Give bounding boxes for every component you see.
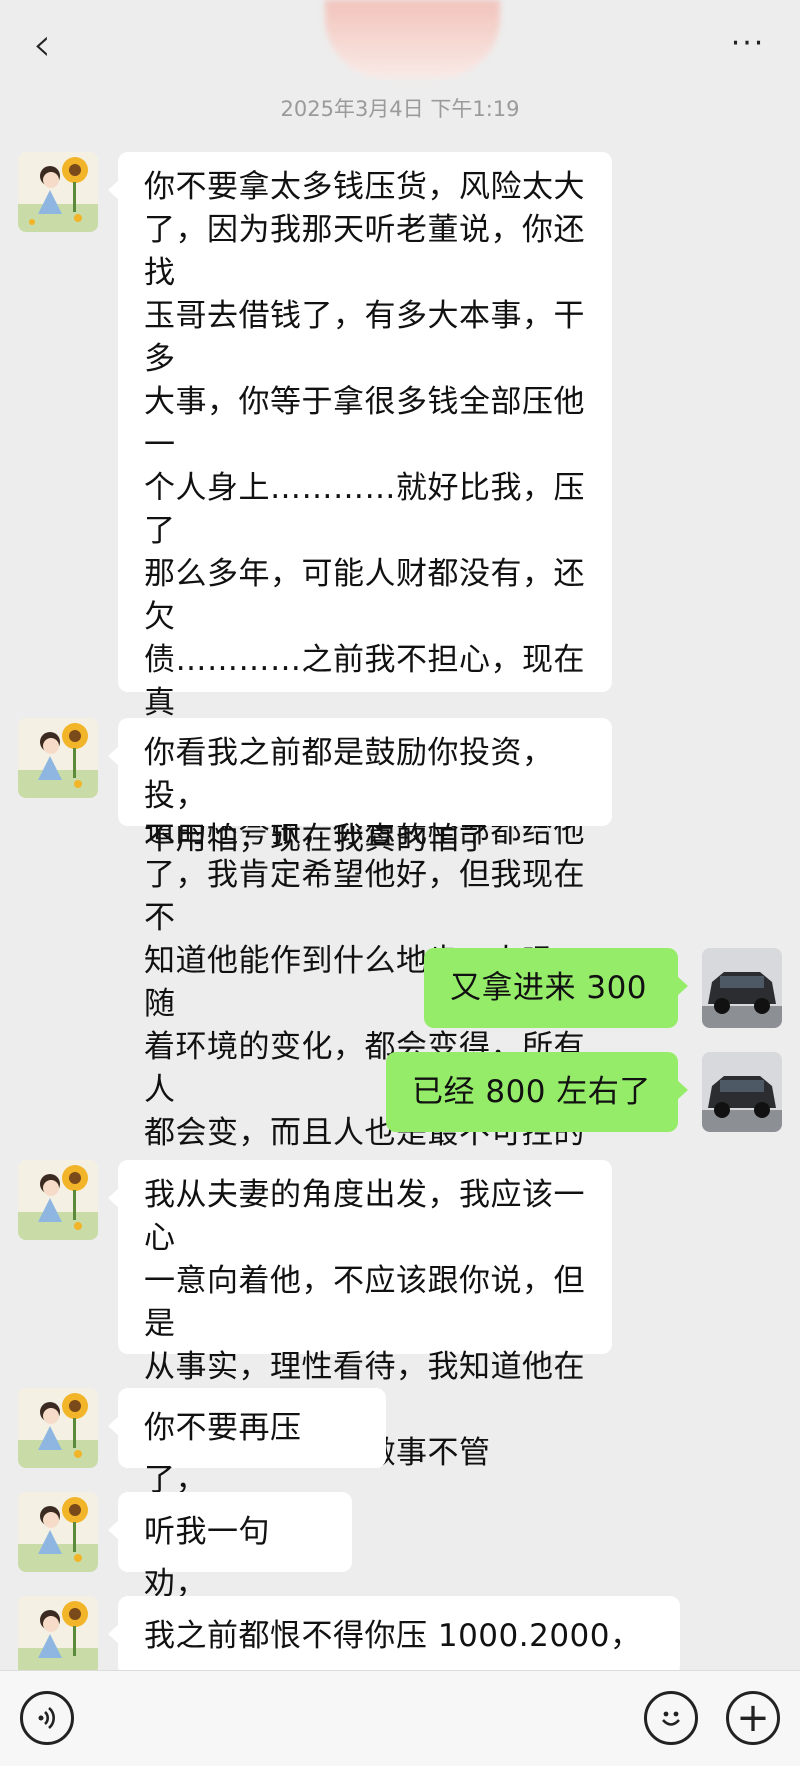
user-avatar-car-icon[interactable]: [702, 948, 782, 1028]
contact-avatar-sunflower-girl-icon[interactable]: [18, 1160, 98, 1240]
contact-avatar-sunflower-girl-icon[interactable]: [18, 1388, 98, 1468]
chat-header: ‹ ··· 2025年3月4日 下午1:19: [0, 0, 800, 121]
chat-bubble-received[interactable]: 听我一句劝，: [108, 1492, 352, 1602]
back-chevron-left-icon[interactable]: ‹: [22, 18, 62, 70]
voice-icon[interactable]: [20, 1691, 74, 1745]
chat-bubble-sent[interactable]: 已经 800 左右了: [386, 1052, 688, 1132]
chat-bubble-received[interactable]: 我之前都恨不得你压 1000.2000，: [108, 1596, 680, 1676]
chat-timestamp: 2025年3月4日 下午1:19: [280, 97, 520, 121]
more-dots-icon[interactable]: ···: [718, 18, 778, 70]
contact-avatar-blurred: [325, 0, 500, 78]
contact-avatar-sunflower-girl-icon[interactable]: [18, 1596, 98, 1676]
chat-bubble-received[interactable]: 你不要拿太多钱压货，风险太大 了，因为我那天听老董说，你还找 玉哥去借钱了，有多…: [108, 152, 612, 1151]
contact-avatar-sunflower-girl-icon[interactable]: [18, 718, 98, 798]
chat-bubble-received[interactable]: 我从夫妻的角度出发，我应该一心 一意向着他，不应该跟你说，但是 从事实，理性看待…: [108, 1160, 612, 1471]
chat-input-bar: +: [0, 1670, 800, 1766]
user-avatar-car-icon[interactable]: [702, 1052, 782, 1132]
plus-icon[interactable]: +: [726, 1691, 780, 1745]
chat-bubble-sent[interactable]: 又拿进来 300: [424, 948, 688, 1028]
chat-bubble-received[interactable]: 你不要再压了，: [108, 1388, 386, 1498]
emoji-icon[interactable]: [644, 1691, 698, 1745]
contact-avatar-sunflower-girl-icon[interactable]: [18, 1492, 98, 1572]
chat-bubble-received[interactable]: 你看我之前都是鼓励你投资，投， 不用怕，现在我真的怕了: [108, 718, 612, 857]
contact-avatar-sunflower-girl-icon[interactable]: [18, 152, 98, 232]
